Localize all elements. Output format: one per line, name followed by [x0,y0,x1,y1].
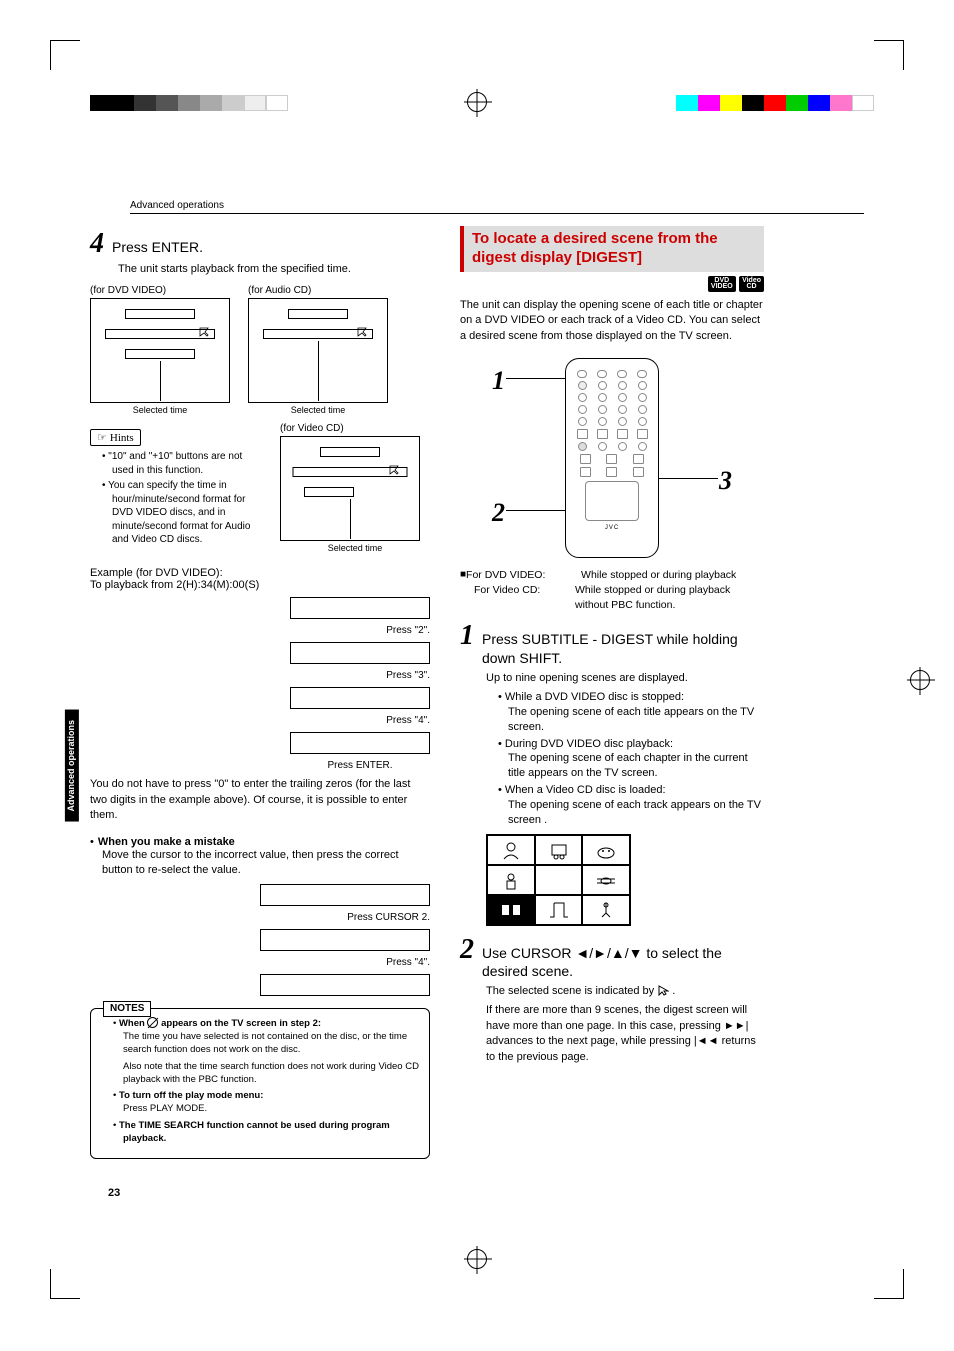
mistake-title: When you make a mistake [98,836,235,848]
digest-intro: The unit can display the opening scene o… [460,298,764,344]
dvd-video-label: (for DVD VIDEO) [90,285,230,296]
side-tab: Advanced operations [65,710,79,822]
section-title: To locate a desired scene from the diges… [460,226,764,272]
step-2-body: The selected scene is indicated by . [486,984,764,999]
trailing-zeros-note: You do not have to press "0" to enter th… [90,777,430,823]
video-cd-label: (for Video CD) [280,423,430,434]
step-1-number: 1 [460,622,474,650]
example-sub: To playback from 2(H):34(M):00(S) [90,579,430,591]
mistake-sequence: Press CURSOR 2. Press "4". [260,884,430,996]
example-title: Example (for DVD VIDEO): [90,567,430,579]
step-1-title: Press SUBTITLE - DIGEST while holding do… [482,630,764,666]
dvd-selected-time: Selected time [90,405,230,415]
step-1-list: While a DVD VIDEO disc is stopped:The op… [486,690,764,828]
notes-box: NOTES When appears on the TV screen in s… [90,1008,430,1158]
sequence-box: Press "2". Press "3". Press "4". Press E… [290,597,430,771]
digest-grid [486,834,631,926]
video-display [280,436,420,541]
breadcrumb: Advanced operations [130,200,864,214]
prohibit-icon [147,1017,158,1028]
registration-mark-bottom [467,1249,487,1269]
step-4-title: Press ENTER. [112,239,203,255]
hints-list: "10" and "+10" buttons are not used in t… [90,450,266,547]
step-2-more: If there are more than 9 scenes, the dig… [486,1003,764,1065]
mistake-body: Move the cursor to the incorrect value, … [102,848,430,879]
hints-label: Hints [90,429,141,446]
video-selected-time: Selected time [280,543,430,553]
cursor-icon [657,984,669,996]
conditions: For DVD VIDEO: While stopped or during p… [460,568,764,612]
audio-selected-time: Selected time [248,405,388,415]
dvd-video-badge: DVDVIDEO [708,276,736,293]
video-cd-badge: VideoCD [739,276,764,293]
step-2-number: 2 [460,936,474,964]
audio-display [248,298,388,403]
dvd-display [90,298,230,403]
remote-diagram: 1 2 3 JVC [492,358,732,558]
step-2-title: Use CURSOR ◄/►/▲/▼ to select the desired… [482,944,764,980]
step-4-number: 4 [90,230,104,258]
page-number: 23 [108,1187,120,1199]
step-4-body: The unit starts playback from the specif… [118,262,430,277]
step-1-body: Up to nine opening scenes are displayed. [486,671,764,686]
audio-cd-label: (for Audio CD) [248,285,388,296]
